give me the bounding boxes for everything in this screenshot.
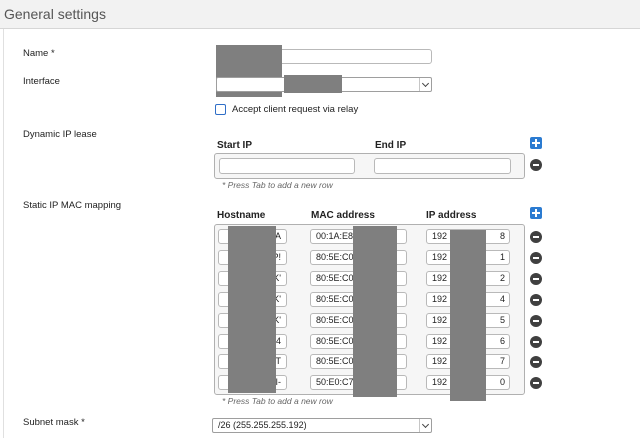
ip-address-prefix: 192 <box>432 294 448 304</box>
remove-static-row-button[interactable] <box>530 294 542 306</box>
ip-address-prefix: 192 <box>432 336 448 346</box>
remove-static-row-button[interactable] <box>530 252 542 264</box>
redaction-ip <box>450 230 486 401</box>
subnet-mask-select[interactable]: /26 (255.255.255.192) <box>212 418 432 433</box>
relay-label: Accept client request via relay <box>232 104 359 115</box>
ip-address-prefix: 192 <box>432 377 448 387</box>
chevron-down-icon <box>419 419 431 432</box>
remove-static-row-button[interactable] <box>530 231 542 243</box>
ip-address-suffix: 2 <box>499 273 505 283</box>
chevron-down-icon <box>419 78 431 91</box>
ip-address-suffix: 5 <box>499 315 505 325</box>
remove-static-row-button[interactable] <box>530 273 542 285</box>
ip-address-prefix: 192 <box>432 231 448 241</box>
ip-address-prefix: 192 <box>432 315 448 325</box>
static-mapping-hint: * Press Tab to add a new row <box>222 396 333 406</box>
hostname-header: Hostname <box>217 210 266 221</box>
ip-address-prefix: 192 <box>432 252 448 262</box>
ip-address-header: IP address <box>426 210 477 221</box>
remove-static-row-button[interactable] <box>530 336 542 348</box>
remove-static-row-button[interactable] <box>530 377 542 389</box>
ip-address-prefix: 192 <box>432 273 448 283</box>
ip-address-suffix: 6 <box>499 336 505 346</box>
end-ip-header: End IP <box>375 140 407 151</box>
add-dynamic-row-button[interactable] <box>530 137 542 149</box>
section-header: General settings <box>0 0 640 29</box>
ip-address-suffix: 7 <box>499 356 505 366</box>
ip-address-suffix: 4 <box>499 294 505 304</box>
relay-checkbox[interactable] <box>215 104 226 115</box>
redaction-hostname <box>228 226 276 393</box>
subnet-mask-label: Subnet mask * <box>23 417 85 428</box>
ip-address-prefix: 192 <box>432 356 448 366</box>
section-title: General settings <box>4 6 106 22</box>
end-ip-input[interactable] <box>374 158 511 174</box>
remove-static-row-button[interactable] <box>530 356 542 368</box>
ip-address-suffix: 0 <box>499 377 505 387</box>
ip-address-suffix: 1 <box>499 252 505 262</box>
subnet-mask-value: /26 (255.255.255.192) <box>218 420 307 430</box>
remove-dynamic-row-button[interactable] <box>530 159 542 171</box>
dynamic-lease-label: Dynamic IP lease <box>23 129 97 140</box>
ip-address-suffix: 8 <box>499 231 505 241</box>
mac-address-header: MAC address <box>311 210 375 221</box>
dynamic-lease-hint: * Press Tab to add a new row <box>222 180 333 190</box>
static-mapping-label: Static IP MAC mapping <box>23 200 122 211</box>
start-ip-header: Start IP <box>217 140 253 151</box>
remove-static-row-button[interactable] <box>530 315 542 327</box>
redaction-interface <box>284 75 342 93</box>
name-label: Name * <box>23 48 55 59</box>
redaction-mac <box>353 226 397 397</box>
start-ip-input[interactable] <box>219 158 355 174</box>
interface-label: Interface <box>23 76 60 87</box>
add-static-row-button[interactable] <box>530 207 542 219</box>
